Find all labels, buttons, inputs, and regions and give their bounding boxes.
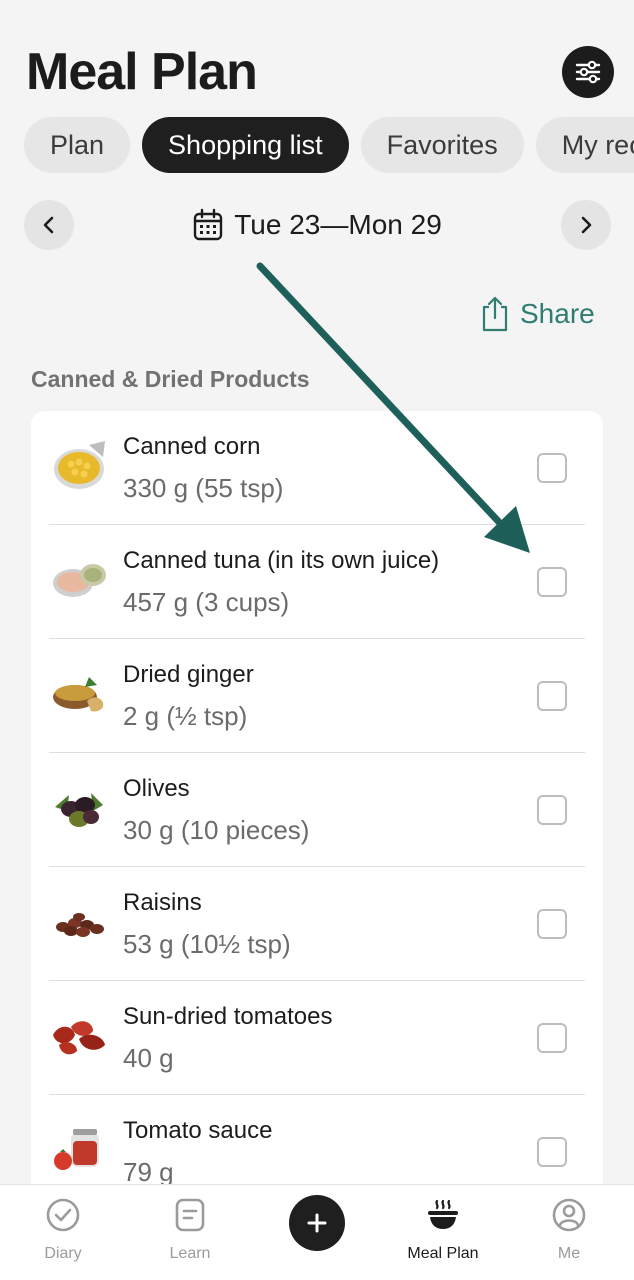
tab-favorites[interactable]: Favorites: [360, 117, 524, 173]
tomato-sauce-icon: [54, 1129, 99, 1170]
date-selector: Tue 23—Mon 29: [0, 200, 634, 252]
share-icon: [482, 296, 508, 332]
sun-dried-tomatoes-icon: [53, 1021, 105, 1055]
item-name: Raisins: [123, 889, 202, 916]
canned-corn-icon: [54, 441, 105, 489]
page-title: Meal Plan: [26, 43, 258, 101]
item-name: Dried ginger: [123, 661, 254, 688]
item-checkbox[interactable]: [537, 567, 567, 597]
add-button[interactable]: [289, 1195, 345, 1251]
item-name: Canned corn: [123, 433, 261, 460]
item-quantity: 40 g: [123, 1043, 174, 1073]
nav-label: Me: [557, 1245, 581, 1262]
next-week-button[interactable]: [561, 200, 611, 250]
item-checkbox[interactable]: [537, 453, 567, 483]
list-item: Dried ginger 2 g (½ tsp): [31, 639, 603, 753]
list-item: Canned corn 330 g (55 tsp): [31, 411, 603, 525]
item-checkbox[interactable]: [537, 795, 567, 825]
tabs-bar: Plan Shopping list Favorites My recipes: [0, 117, 634, 173]
item-quantity: 330 g (55 tsp): [123, 473, 284, 503]
filter-button[interactable]: [562, 46, 614, 98]
bottom-nav: Diary Learn Meal Plan Me: [0, 1184, 634, 1280]
list-item: Raisins 53 g (10½ tsp): [31, 867, 603, 981]
tab-my-recipes[interactable]: My recipes: [535, 117, 634, 173]
tab-plan[interactable]: Plan: [24, 117, 131, 173]
item-checkbox[interactable]: [537, 681, 567, 711]
item-quantity: 457 g (3 cups): [123, 587, 290, 617]
shopping-list-card: Canned corn 330 g (55 tsp) Canned tuna (…: [31, 411, 603, 1211]
tab-shopping-list[interactable]: Shopping list: [142, 117, 349, 173]
list-item: Olives 30 g (10 pieces): [31, 753, 603, 867]
list-item: Sun-dried tomatoes 40 g: [31, 981, 603, 1095]
item-quantity: 30 g (10 pieces): [123, 815, 310, 845]
olives-icon: [55, 793, 103, 827]
nav-label: Diary: [44, 1245, 82, 1262]
item-checkbox[interactable]: [537, 1023, 567, 1053]
item-name: Tomato sauce: [123, 1117, 273, 1144]
share-button[interactable]: Share: [480, 292, 595, 336]
nav-me[interactable]: Me: [509, 1195, 629, 1275]
nav-meal-plan[interactable]: Meal Plan: [383, 1195, 503, 1275]
bowl-icon: [428, 1199, 458, 1229]
item-checkbox[interactable]: [537, 909, 567, 939]
item-name: Olives: [123, 775, 190, 802]
canned-tuna-icon: [53, 564, 106, 597]
dried-ginger-icon: [53, 677, 104, 712]
date-range[interactable]: Tue 23—Mon 29: [0, 200, 634, 250]
calendar-icon: [194, 208, 223, 241]
nav-diary[interactable]: Diary: [3, 1195, 123, 1275]
list-item: Canned tuna (in its own juice) 457 g (3 …: [31, 525, 603, 639]
header: Meal Plan: [0, 0, 634, 120]
check-circle-icon: [46, 1198, 80, 1232]
item-name: Canned tuna (in its own juice): [123, 547, 440, 574]
nav-learn[interactable]: Learn: [130, 1195, 250, 1275]
item-name: Sun-dried tomatoes: [123, 1003, 333, 1030]
note-icon: [175, 1198, 205, 1232]
nav-label: Learn: [169, 1245, 211, 1262]
raisins-icon: [56, 913, 104, 937]
item-quantity: 53 g (10½ tsp): [123, 929, 291, 959]
plus-icon: [307, 1213, 327, 1233]
section-title: Canned & Dried Products: [31, 366, 310, 392]
chevron-right-icon: [581, 216, 592, 234]
item-quantity: 2 g (½ tsp): [123, 701, 248, 731]
nav-label: Meal Plan: [407, 1245, 479, 1262]
date-range-label: Tue 23—Mon 29: [234, 209, 442, 240]
sliders-icon: [575, 60, 601, 84]
share-label: Share: [520, 298, 595, 329]
user-icon: [552, 1198, 586, 1232]
item-checkbox[interactable]: [537, 1137, 567, 1167]
